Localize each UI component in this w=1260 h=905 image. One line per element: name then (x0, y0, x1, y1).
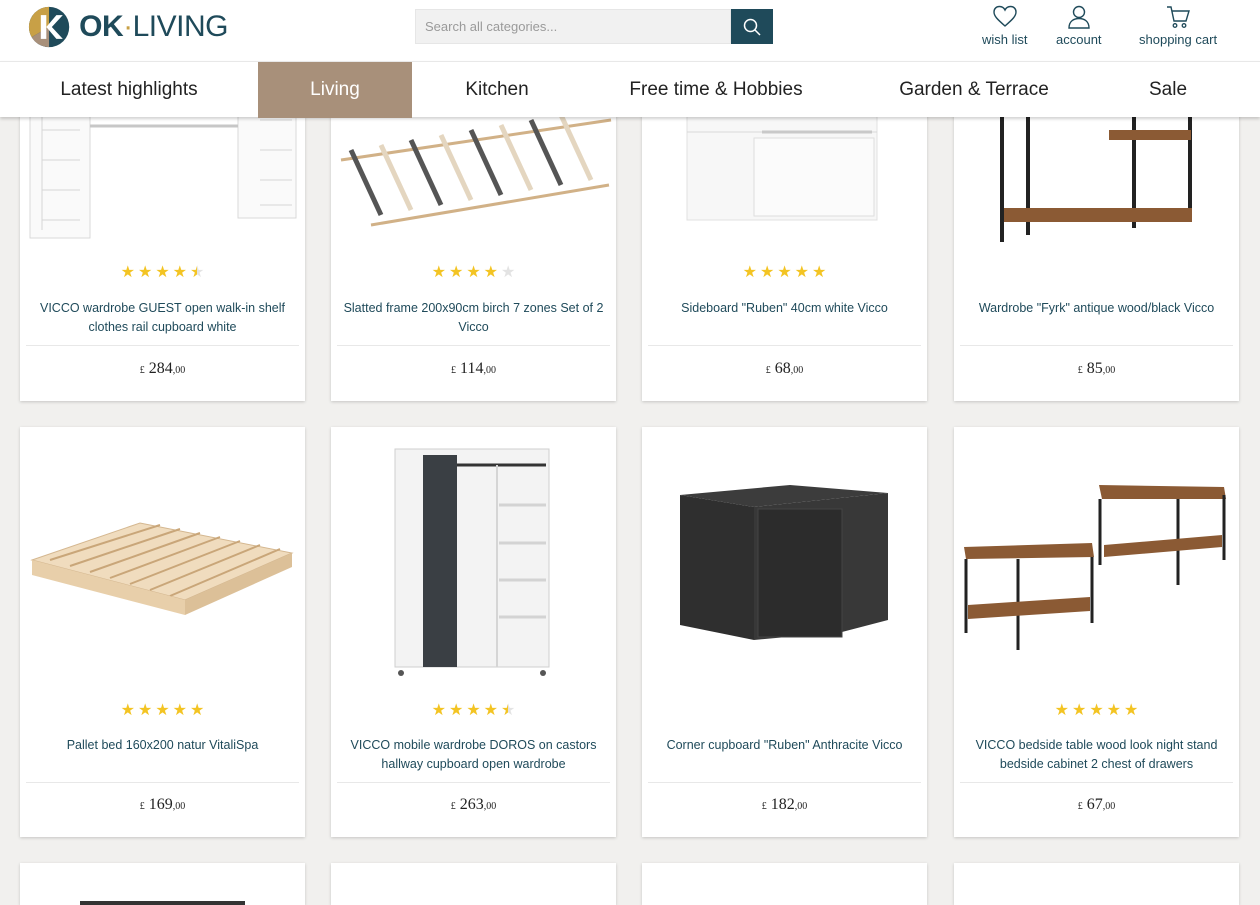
product-price: £263,00 (450, 796, 497, 813)
wishlist-link[interactable]: wish list (982, 4, 1028, 47)
product-card[interactable]: ★ ★ ★ ★ ★ VICCO mobile wardrobe DOROS on cas… (331, 427, 616, 837)
divider (648, 345, 921, 346)
user-icon (1068, 5, 1090, 29)
product-price: £169,00 (139, 796, 186, 813)
product-card[interactable]: ★ ★ ★ ★ ★ VICCO bedside table wood look nigh… (954, 427, 1239, 837)
product-image[interactable] (331, 435, 616, 685)
product-price: £284,00 (139, 360, 186, 377)
wishlist-label: wish list (982, 32, 1028, 47)
product-card[interactable]: Corner cupboard "Ruben" Anthracite Vicco… (642, 427, 927, 837)
logo-icon (28, 6, 70, 48)
product-price: £68,00 (765, 360, 804, 377)
product-title[interactable]: Wardrobe "Fyrk" antique wood/black Vicco (962, 299, 1231, 318)
product-title[interactable]: Slatted frame 200x90cm birch 7 zones Set… (339, 299, 608, 337)
product-card[interactable] (20, 863, 305, 905)
product-title[interactable]: VICCO wardrobe GUEST open walk-in shelf … (28, 299, 297, 337)
nav-item-kitchen[interactable]: Kitchen (412, 62, 582, 118)
divider (960, 345, 1233, 346)
rating-stars: ★ ★ ★ ★ ★ (431, 264, 516, 281)
divider (337, 345, 610, 346)
heart-icon (993, 5, 1017, 27)
product-card[interactable]: Wardrobe "Fyrk" antique wood/black Vicco… (954, 90, 1239, 401)
divider (648, 782, 921, 783)
product-card[interactable] (642, 863, 927, 905)
logo-text: OK·LIVING (79, 10, 228, 43)
product-card[interactable] (331, 863, 616, 905)
divider (26, 345, 299, 346)
product-title[interactable]: Corner cupboard "Ruben" Anthracite Vicco (650, 736, 919, 755)
rating-stars: ★ ★ ★ ★ ★ (120, 264, 205, 281)
product-image[interactable] (954, 435, 1239, 685)
divider (26, 782, 299, 783)
nav-item-latest-highlights[interactable]: Latest highlights (0, 62, 258, 118)
cart-link[interactable]: shopping cart (1139, 4, 1217, 47)
product-image[interactable] (642, 435, 927, 685)
product-card[interactable]: ★ ★ ★ ★ ★ VICCO wardrobe GUEST open walk-in … (20, 90, 305, 401)
nav-item-free-time-hobbies[interactable]: Free time & Hobbies (582, 62, 850, 118)
product-title[interactable]: VICCO mobile wardrobe DOROS on castors h… (339, 736, 608, 774)
rating-stars: ★ ★ ★ ★ ★ (1054, 702, 1139, 719)
product-title[interactable]: Pallet bed 160x200 natur VitaliSpa (28, 736, 297, 755)
product-price: £114,00 (451, 360, 496, 377)
product-price: £67,00 (1077, 796, 1116, 813)
product-title[interactable]: Sideboard "Ruben" 40cm white Vicco (650, 299, 919, 318)
nav-item-living[interactable]: Living (258, 62, 412, 118)
product-card[interactable]: ★ ★ ★ ★ ★ Sideboard "Ruben" 40cm white Vicco… (642, 90, 927, 401)
product-image[interactable] (80, 901, 245, 905)
nav-item-garden-terrace[interactable]: Garden & Terrace (850, 62, 1098, 118)
search-icon (743, 18, 761, 36)
product-price: £182,00 (761, 796, 808, 813)
logo[interactable]: OK·LIVING (28, 4, 229, 50)
product-image[interactable] (20, 435, 305, 685)
product-title[interactable]: VICCO bedside table wood look night stan… (962, 736, 1231, 774)
divider (960, 782, 1233, 783)
product-card[interactable]: ★ ★ ★ ★ ★ Slatted frame 200x90cm birch 7 zon… (331, 90, 616, 401)
site-header: OK·LIVING wish list account shopping car… (0, 0, 1260, 61)
search-button[interactable] (731, 9, 773, 44)
product-price: £85,00 (1077, 360, 1116, 377)
product-card[interactable] (954, 863, 1239, 905)
nav-item-sale[interactable]: Sale (1098, 62, 1238, 118)
shopping-cart-icon (1167, 6, 1190, 28)
product-card[interactable]: ★ ★ ★ ★ ★ Pallet bed 160x200 natur VitaliSpa… (20, 427, 305, 837)
rating-stars: ★ ★ ★ ★ ★ (120, 702, 205, 719)
rating-stars: ★ ★ ★ ★ ★ (742, 264, 827, 281)
cart-label: shopping cart (1139, 32, 1218, 47)
search-input[interactable] (415, 9, 731, 44)
rating-stars: ★ ★ ★ ★ ★ (431, 702, 516, 719)
account-link[interactable]: account (1056, 4, 1102, 47)
account-label: account (1056, 32, 1102, 47)
main-nav: Latest highlights Living Kitchen Free ti… (0, 61, 1260, 118)
search-bar (415, 9, 773, 44)
divider (337, 782, 610, 783)
